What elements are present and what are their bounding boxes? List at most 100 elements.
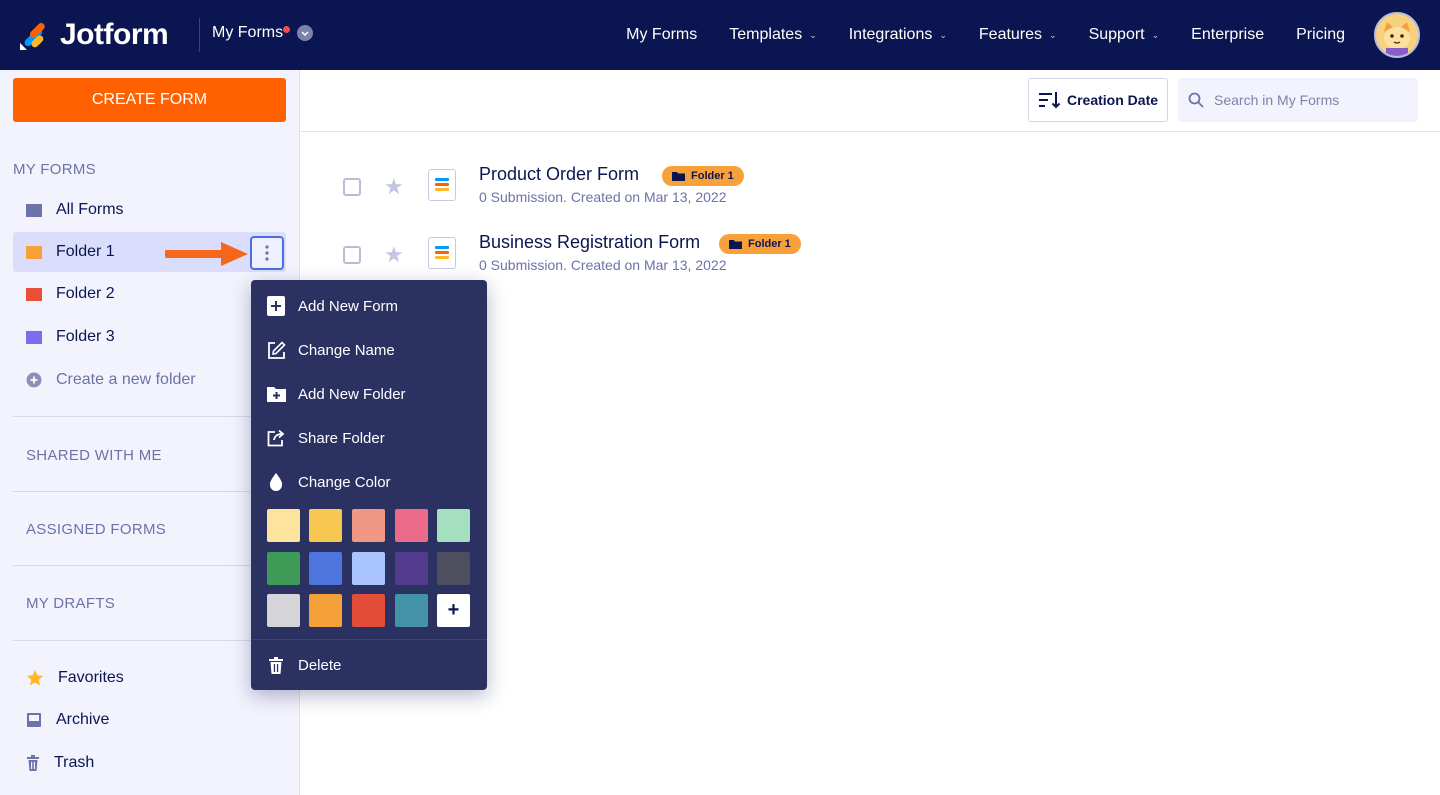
edit-icon: [266, 340, 286, 360]
menu-change-color[interactable]: Change Color: [266, 469, 391, 495]
color-swatch-green[interactable]: [267, 552, 300, 585]
menu-divider: [251, 639, 487, 640]
folder-plus-icon: [266, 384, 286, 404]
sidebar-item-folder-2[interactable]: Folder 2: [13, 274, 286, 314]
folder-context-menu: Add New Form Change Name Add New Folder …: [251, 280, 487, 690]
search-box: [1178, 78, 1418, 122]
star-icon[interactable]: ★: [384, 242, 404, 268]
folder-icon: [26, 330, 42, 344]
sidebar-my-drafts[interactable]: MY DRAFTS: [26, 595, 115, 612]
color-swatch-teal[interactable]: [395, 594, 428, 627]
menu-item-label: Share Folder: [298, 429, 385, 447]
color-swatch-light-blue[interactable]: [352, 552, 385, 585]
color-swatch-yellow[interactable]: [309, 509, 342, 542]
nav-enterprise[interactable]: Enterprise: [1191, 26, 1264, 44]
forms-toolbar: Creation Date: [300, 70, 1440, 132]
color-swatch-dark-gray[interactable]: [437, 552, 470, 585]
color-swatch-light-gray[interactable]: [267, 594, 300, 627]
my-forms-switcher[interactable]: My Forms: [212, 24, 314, 42]
orange-arrow-annotation: [165, 242, 248, 266]
color-swatch-salmon[interactable]: [352, 509, 385, 542]
sidebar-item-favorites[interactable]: Favorites: [13, 658, 286, 698]
jotform-logo[interactable]: Jotform: [18, 18, 169, 52]
folder-icon: [729, 240, 742, 249]
nav-templates[interactable]: Templates ⌄: [729, 26, 816, 44]
nav-divider: [199, 18, 200, 52]
form-row[interactable]: ★ Product Order Form Folder 1 0 Submissi…: [300, 164, 1440, 224]
my-forms-section-title: MY FORMS: [13, 161, 96, 178]
menu-change-name[interactable]: Change Name: [266, 337, 395, 363]
logo-text: Jotform: [60, 18, 169, 51]
chevron-down-icon: ⌄: [1151, 29, 1160, 40]
menu-item-label: Delete: [298, 656, 342, 674]
sidebar-item-label: Archive: [56, 711, 110, 728]
main-nav: My Forms Templates ⌄ Integrations ⌄ Featur…: [626, 0, 1345, 70]
menu-share-folder[interactable]: Share Folder: [266, 425, 385, 451]
search-input[interactable]: [1214, 92, 1404, 108]
color-swatch-light-yellow[interactable]: [267, 509, 300, 542]
menu-item-label: Add New Form: [298, 297, 399, 315]
sort-descending-icon: [1039, 92, 1061, 109]
form-meta: 0 Submission. Created on Mar 13, 2022: [479, 257, 727, 273]
create-form-button[interactable]: CREATE FORM: [13, 78, 286, 122]
color-swatch-mint[interactable]: [437, 509, 470, 542]
create-new-folder-link[interactable]: Create a new folder: [13, 360, 286, 400]
color-swatch-red[interactable]: [352, 594, 385, 627]
folder-options-kebab-button[interactable]: [250, 236, 284, 270]
archive-icon: [27, 713, 41, 727]
sidebar-item-trash[interactable]: Trash: [13, 743, 286, 783]
star-icon[interactable]: ★: [384, 174, 404, 200]
menu-add-new-form[interactable]: Add New Form: [266, 293, 398, 319]
color-swatch-orange[interactable]: [309, 594, 342, 627]
folder-badge: Folder 1: [719, 234, 801, 254]
chevron-down-icon: ⌄: [809, 29, 817, 40]
sort-by-button[interactable]: Creation Date: [1028, 78, 1168, 122]
folder-icon: [26, 203, 42, 217]
sidebar-shared-with-me[interactable]: SHARED WITH ME: [26, 447, 162, 464]
add-custom-color-button[interactable]: +: [437, 594, 470, 627]
sidebar-item-label: Folder 3: [56, 328, 115, 345]
chevron-down-icon: [297, 25, 314, 41]
folder-icon: [26, 245, 42, 259]
my-forms-switcher-label: My Forms: [212, 24, 284, 41]
form-title[interactable]: Product Order Form: [479, 164, 639, 185]
menu-delete[interactable]: Delete: [266, 652, 341, 678]
form-select-checkbox[interactable]: [343, 246, 361, 264]
nav-features[interactable]: Features ⌄: [979, 26, 1057, 44]
menu-item-label: Change Name: [298, 341, 395, 359]
sidebar-item-label: Folder 1: [56, 243, 115, 260]
sidebar-item-label: Folder 2: [56, 285, 115, 302]
menu-add-new-folder[interactable]: Add New Folder: [266, 381, 406, 407]
avatar-cat-icon: [1376, 14, 1418, 56]
folder-icon: [26, 287, 42, 301]
plus-icon: +: [447, 599, 460, 621]
add-form-icon: [266, 296, 286, 316]
sidebar-assigned-forms[interactable]: ASSIGNED FORMS: [26, 521, 166, 538]
sidebar-divider: [13, 416, 250, 417]
jotform-logo-icon: [20, 22, 45, 50]
color-swatch-blue[interactable]: [309, 552, 342, 585]
sidebar-item-archive[interactable]: Archive: [13, 700, 286, 740]
search-icon: [1188, 92, 1204, 108]
more-vertical-icon: [265, 245, 269, 261]
droplet-icon: [266, 472, 286, 492]
color-swatch-purple[interactable]: [395, 552, 428, 585]
chevron-down-icon: ⌄: [939, 29, 947, 40]
color-swatch-pink[interactable]: [395, 509, 428, 542]
sidebar-item-folder-3[interactable]: Folder 3: [13, 317, 286, 357]
create-new-folder-label: Create a new folder: [56, 371, 196, 388]
nav-my-forms[interactable]: My Forms: [626, 26, 697, 44]
nav-pricing[interactable]: Pricing: [1296, 26, 1345, 44]
sidebar-item-all-forms[interactable]: All Forms: [13, 190, 286, 230]
nav-integrations[interactable]: Integrations ⌄: [849, 26, 947, 44]
folder-badge-label: Folder 1: [691, 170, 734, 182]
folder-badge: Folder 1: [662, 166, 744, 186]
form-select-checkbox[interactable]: [343, 178, 361, 196]
user-avatar[interactable]: [1374, 12, 1420, 58]
form-icon: [428, 237, 456, 269]
nav-support[interactable]: Support ⌄: [1089, 26, 1160, 44]
form-title[interactable]: Business Registration Form: [479, 232, 700, 253]
sidebar-divider: [13, 565, 250, 566]
plus-circle-icon: [26, 372, 42, 388]
share-icon: [266, 428, 286, 448]
